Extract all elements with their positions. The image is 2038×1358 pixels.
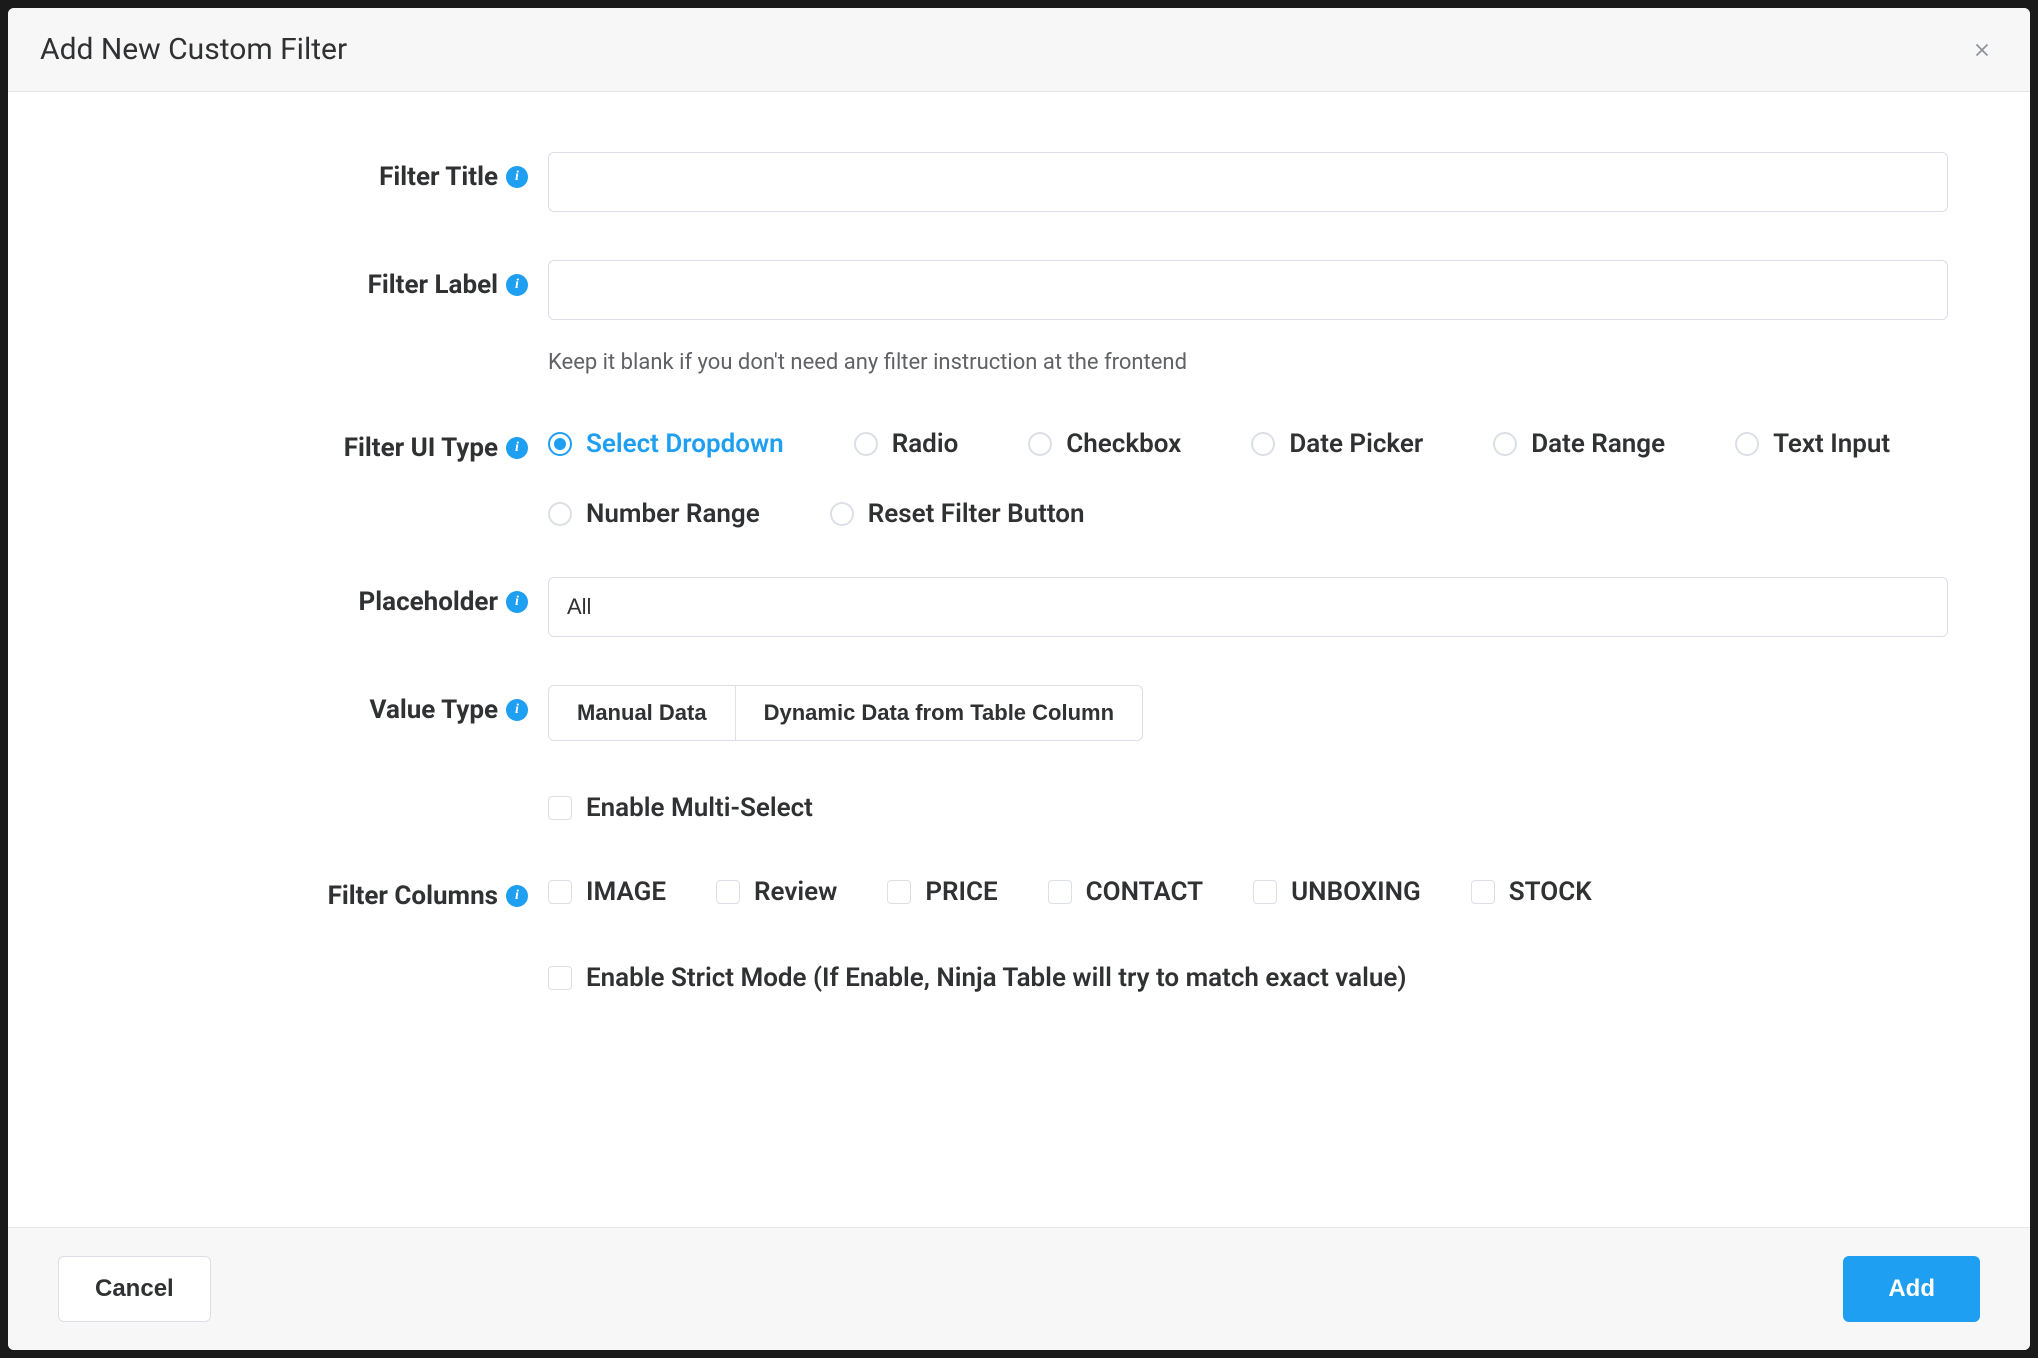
info-icon[interactable]: i — [506, 885, 528, 907]
filter-column-image[interactable]: IMAGE — [548, 877, 666, 907]
filter-column-stock[interactable]: STOCK — [1471, 877, 1592, 907]
filter-columns-group: IMAGE Review PRICE CONTACT — [548, 871, 1948, 907]
checkbox-icon — [548, 796, 572, 820]
info-icon[interactable]: i — [506, 591, 528, 613]
filter-title-label: Filter Title i — [68, 152, 548, 192]
filter-label-help: Keep it blank if you don't need any filt… — [548, 350, 1948, 375]
checkbox-icon — [1471, 880, 1495, 904]
value-type-dynamic[interactable]: Dynamic Data from Table Column — [736, 686, 1142, 740]
filter-ui-type-row: Filter UI Type i Select Dropdown Radio — [68, 423, 1970, 529]
filter-label-row: Filter Label i Keep it blank if you don'… — [68, 260, 1970, 375]
filter-label-label: Filter Label i — [68, 260, 548, 300]
checkbox-icon — [716, 880, 740, 904]
radio-icon — [854, 432, 878, 456]
modal-header: Add New Custom Filter — [8, 8, 2030, 92]
multi-select-row: Enable Multi-Select — [68, 789, 1970, 823]
info-icon[interactable]: i — [506, 437, 528, 459]
radio-icon — [830, 502, 854, 526]
radio-icon — [548, 502, 572, 526]
placeholder-row: Placeholder i — [68, 577, 1970, 637]
multi-select-checkbox[interactable]: Enable Multi-Select — [548, 793, 1948, 823]
info-icon[interactable]: i — [506, 166, 528, 188]
radio-date-range[interactable]: Date Range — [1493, 429, 1665, 459]
radio-select-dropdown[interactable]: Select Dropdown — [548, 429, 784, 459]
strict-mode-checkbox[interactable]: Enable Strict Mode (If Enable, Ninja Tab… — [548, 963, 1948, 993]
radio-icon — [1493, 432, 1517, 456]
checkbox-icon — [548, 880, 572, 904]
filter-columns-row: Filter Columns i IMAGE Review PRICE — [68, 871, 1970, 911]
close-button[interactable] — [1966, 34, 1998, 66]
info-icon[interactable]: i — [506, 274, 528, 296]
modal-body: Filter Title i Filter Label i Keep it bl… — [8, 92, 2030, 1227]
radio-icon — [1251, 432, 1275, 456]
checkbox-icon — [548, 966, 572, 990]
cancel-button[interactable]: Cancel — [58, 1256, 211, 1322]
filter-column-price[interactable]: PRICE — [887, 877, 997, 907]
strict-mode-row: Enable Strict Mode (If Enable, Ninja Tab… — [68, 959, 1970, 993]
filter-ui-type-label: Filter UI Type i — [68, 423, 548, 463]
radio-icon — [1735, 432, 1759, 456]
filter-columns-label: Filter Columns i — [68, 871, 548, 911]
placeholder-label: Placeholder i — [68, 577, 548, 617]
radio-icon — [548, 432, 572, 456]
radio-checkbox[interactable]: Checkbox — [1028, 429, 1181, 459]
modal-title: Add New Custom Filter — [40, 32, 347, 67]
filter-title-row: Filter Title i — [68, 152, 1970, 212]
add-button[interactable]: Add — [1843, 1256, 1980, 1322]
modal-footer: Cancel Add — [8, 1227, 2030, 1350]
checkbox-icon — [1048, 880, 1072, 904]
checkbox-icon — [1253, 880, 1277, 904]
checkbox-icon — [887, 880, 911, 904]
value-type-row: Value Type i Manual Data Dynamic Data fr… — [68, 685, 1970, 741]
radio-radio[interactable]: Radio — [854, 429, 959, 459]
radio-icon — [1028, 432, 1052, 456]
filter-column-review[interactable]: Review — [716, 877, 837, 907]
filter-label-input[interactable] — [548, 260, 1948, 320]
filter-column-unboxing[interactable]: UNBOXING — [1253, 877, 1421, 907]
value-type-label: Value Type i — [68, 685, 548, 725]
radio-number-range[interactable]: Number Range — [548, 499, 760, 529]
placeholder-input[interactable] — [548, 577, 1948, 637]
close-icon — [1971, 39, 1993, 61]
add-custom-filter-modal: Add New Custom Filter Filter Title i Fil… — [8, 8, 2030, 1350]
value-type-group: Manual Data Dynamic Data from Table Colu… — [548, 685, 1143, 741]
filter-column-contact[interactable]: CONTACT — [1048, 877, 1203, 907]
filter-title-input[interactable] — [548, 152, 1948, 212]
radio-text-input[interactable]: Text Input — [1735, 429, 1890, 459]
filter-ui-type-radio-group: Select Dropdown Radio Checkbox Date Pick… — [548, 423, 1948, 529]
radio-date-picker[interactable]: Date Picker — [1251, 429, 1423, 459]
radio-reset-filter-button[interactable]: Reset Filter Button — [830, 499, 1085, 529]
info-icon[interactable]: i — [506, 699, 528, 721]
value-type-manual[interactable]: Manual Data — [549, 686, 736, 740]
